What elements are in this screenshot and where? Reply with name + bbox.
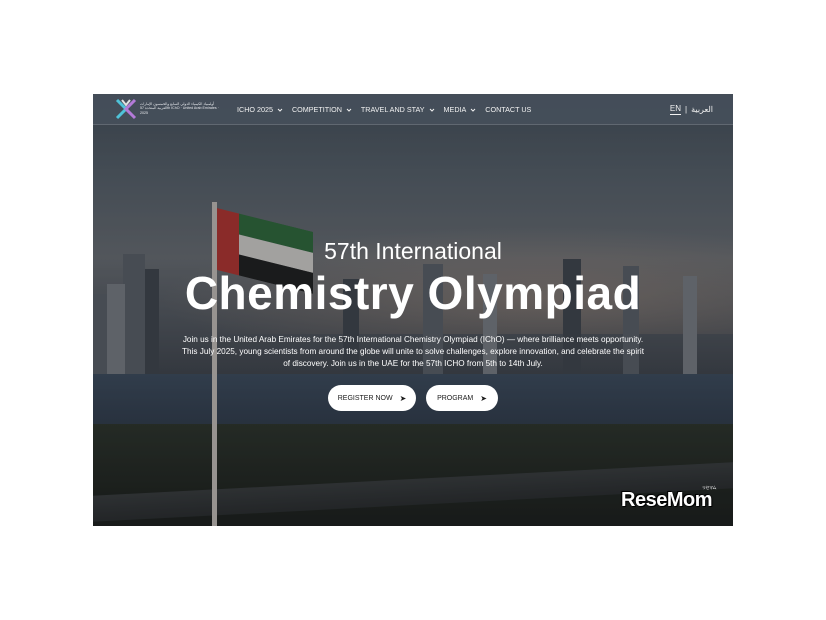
nav-label: CONTACT US — [485, 105, 532, 114]
watermark-tag: リセマム — [701, 485, 717, 490]
register-now-label: REGISTER NOW — [337, 394, 393, 402]
chevron-down-icon — [277, 108, 283, 112]
hero-title: Chemistry Olympiad — [184, 267, 642, 319]
arrow-right-icon: ➤ — [399, 393, 407, 403]
register-now-button[interactable]: REGISTER NOW ➤ — [328, 385, 416, 411]
nav-label: COMPETITION — [291, 105, 342, 114]
chevron-down-icon — [429, 108, 434, 112]
hero-description: Join us in the United Arab Emirates for … — [182, 335, 644, 368]
logo-text[interactable]: أولمبياد الكيمياء الدولي السابع والخمسون… — [140, 102, 222, 115]
chevron-down-icon — [346, 108, 352, 112]
chevron-down-icon — [470, 108, 476, 112]
program-button[interactable]: PROGRAM ➤ — [426, 385, 498, 411]
hero-subtitle: 57th International — [324, 238, 502, 264]
main-nav: ICHO 2025 COMPETITION TRAVEL AND STAY ME… — [237, 94, 540, 125]
nav-item-contact-us[interactable]: CONTACT US — [485, 105, 531, 114]
watermark-text: ReseMom — [621, 489, 712, 511]
language-switcher: EN | العربية — [669, 104, 713, 115]
nav-label: MEDIA — [443, 105, 467, 114]
lang-separator: | — [685, 105, 688, 114]
nav-item-media[interactable]: MEDIA — [444, 105, 477, 114]
arrow-right-icon: ➤ — [480, 393, 487, 403]
lang-ar-link[interactable]: العربية — [691, 105, 713, 114]
hero-section: أولمبياد الكيمياء الدولي السابع والخمسون… — [93, 94, 733, 526]
nav-item-travel-and-stay[interactable]: TRAVEL AND STAY — [361, 105, 435, 114]
lang-en-link[interactable]: EN — [669, 104, 682, 115]
program-label: PROGRAM — [437, 394, 474, 402]
nav-item-icho-2025[interactable]: ICHO 2025 — [237, 105, 283, 114]
nav-item-competition[interactable]: COMPETITION — [292, 105, 352, 114]
logo-icon[interactable] — [115, 98, 137, 120]
nav-label: TRAVEL AND STAY — [360, 105, 425, 114]
resemom-watermark: ReseMom リセマム — [621, 485, 716, 512]
site-header: أولمبياد الكيمياء الدولي السابع والخمسون… — [93, 94, 733, 125]
nav-label: ICHO 2025 — [237, 105, 273, 114]
